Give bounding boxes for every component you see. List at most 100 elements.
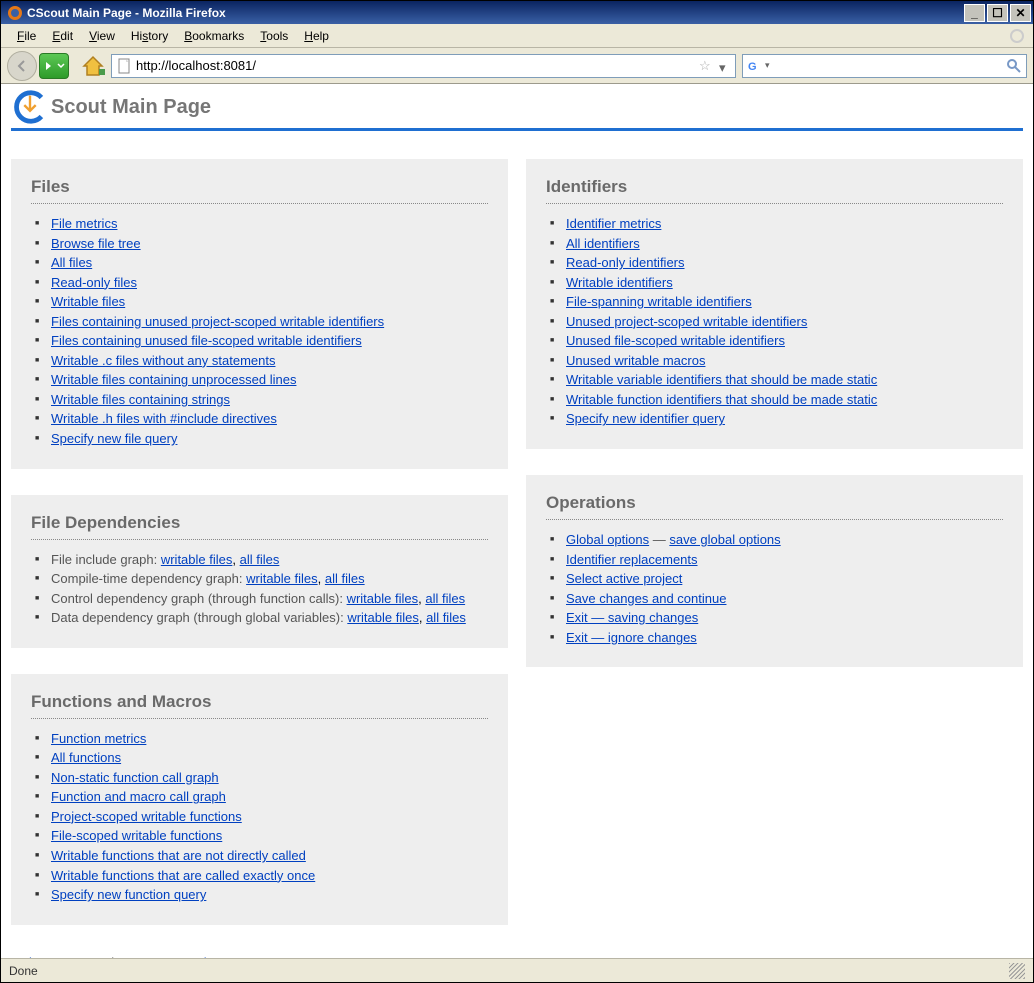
- menu-tools[interactable]: Tools: [252, 27, 296, 45]
- ops-link[interactable]: Exit — ignore changes: [566, 630, 697, 645]
- files-link[interactable]: Files containing unused file-scoped writ…: [51, 333, 362, 348]
- idents-link[interactable]: Writable function identifiers that shoul…: [566, 392, 877, 407]
- deps-link[interactable]: all files: [425, 591, 465, 606]
- url-dropdown-icon[interactable]: ▾: [719, 60, 731, 72]
- search-input[interactable]: [774, 58, 1006, 73]
- idents-link[interactable]: Writable identifiers: [566, 275, 673, 290]
- deps-panel: File Dependencies File include graph: wr…: [11, 495, 508, 648]
- funcs-link[interactable]: Writable functions that are not directly…: [51, 848, 306, 863]
- deps-link[interactable]: writable files: [161, 552, 233, 567]
- url-bar[interactable]: ☆ ▾: [111, 54, 736, 78]
- idents-link[interactable]: Identifier metrics: [566, 216, 661, 231]
- ops-link[interactable]: Select active project: [566, 571, 682, 586]
- menu-view[interactable]: View: [81, 27, 123, 45]
- menu-bookmarks[interactable]: Bookmarks: [176, 27, 252, 45]
- list-item: Project-scoped writable functions: [51, 807, 488, 827]
- url-input[interactable]: [136, 58, 699, 73]
- files-link[interactable]: File metrics: [51, 216, 117, 231]
- search-go-icon[interactable]: [1006, 58, 1022, 74]
- list-item: Writable files: [51, 292, 488, 312]
- list-item: Specify new file query: [51, 429, 488, 449]
- funcs-link[interactable]: Project-scoped writable functions: [51, 809, 242, 824]
- idents-link[interactable]: Unused project-scoped writable identifie…: [566, 314, 807, 329]
- idents-link[interactable]: File-spanning writable identifiers: [566, 294, 752, 309]
- list-item: File-spanning writable identifiers: [566, 292, 1003, 312]
- resize-grip-icon[interactable]: [1009, 963, 1025, 979]
- list-item: Files containing unused project-scoped w…: [51, 312, 488, 332]
- funcs-link[interactable]: Writable functions that are called exact…: [51, 868, 315, 883]
- list-item: All files: [51, 253, 488, 273]
- funcs-link[interactable]: All functions: [51, 750, 121, 765]
- list-item: File include graph: writable files, all …: [51, 550, 488, 570]
- idents-link[interactable]: Unused writable macros: [566, 353, 705, 368]
- deps-link[interactable]: writable files: [347, 591, 419, 606]
- list-item: Read-only files: [51, 273, 488, 293]
- list-item: Exit — saving changes: [566, 608, 1003, 628]
- files-heading: Files: [31, 177, 488, 204]
- deps-link[interactable]: all files: [426, 610, 466, 625]
- bookmark-star-icon[interactable]: ☆: [699, 58, 715, 74]
- files-link[interactable]: Files containing unused project-scoped w…: [51, 314, 384, 329]
- idents-link[interactable]: All identifiers: [566, 236, 640, 251]
- idents-panel: Identifiers Identifier metricsAll identi…: [526, 159, 1023, 449]
- list-item: Writable .c files without any statements: [51, 351, 488, 371]
- close-button[interactable]: ✕: [1010, 4, 1031, 22]
- funcs-link[interactable]: File-scoped writable functions: [51, 828, 222, 843]
- back-button[interactable]: [7, 51, 37, 81]
- funcs-link[interactable]: Function metrics: [51, 731, 146, 746]
- list-item: Files containing unused file-scoped writ…: [51, 331, 488, 351]
- list-item: Save changes and continue: [566, 589, 1003, 609]
- list-item: Exit — ignore changes: [566, 628, 1003, 648]
- files-link[interactable]: Browse file tree: [51, 236, 141, 251]
- ops-link[interactable]: Identifier replacements: [566, 552, 698, 567]
- ops-global-link[interactable]: Global options: [566, 532, 649, 547]
- files-link[interactable]: Writable files containing strings: [51, 392, 230, 407]
- statusbar: Done: [1, 958, 1033, 982]
- menu-help[interactable]: Help: [296, 27, 337, 45]
- files-link[interactable]: Writable files containing unprocessed li…: [51, 372, 296, 387]
- deps-link[interactable]: all files: [240, 552, 280, 567]
- list-item: Control dependency graph (through functi…: [51, 589, 488, 609]
- idents-link[interactable]: Specify new identifier query: [566, 411, 725, 426]
- funcs-link[interactable]: Non-static function call graph: [51, 770, 219, 785]
- search-dropdown-icon[interactable]: ▾: [765, 60, 770, 71]
- files-link[interactable]: Writable files: [51, 294, 125, 309]
- list-item: Identifier replacements: [566, 550, 1003, 570]
- status-text: Done: [9, 964, 38, 978]
- menu-file[interactable]: File: [9, 27, 44, 45]
- search-bar[interactable]: G ▾: [742, 54, 1027, 78]
- deps-link[interactable]: all files: [325, 571, 365, 586]
- search-engine-icon[interactable]: G: [747, 58, 763, 74]
- list-item: Read-only identifiers: [566, 253, 1003, 273]
- deps-link[interactable]: writable files: [347, 610, 419, 625]
- list-item: Writable variable identifiers that shoul…: [566, 370, 1003, 390]
- funcs-link[interactable]: Function and macro call graph: [51, 789, 226, 804]
- files-link[interactable]: Writable .h files with #include directiv…: [51, 411, 277, 426]
- menu-history[interactable]: History: [123, 27, 176, 45]
- files-panel: Files File metrics Browse file tree All fi…: [11, 159, 508, 469]
- maximize-button[interactable]: ☐: [987, 4, 1008, 22]
- ops-link[interactable]: Exit — saving changes: [566, 610, 698, 625]
- list-item: Function and macro call graph: [51, 787, 488, 807]
- list-item: Global options — save global options: [566, 530, 1003, 550]
- list-item: Writable functions that are not directly…: [51, 846, 488, 866]
- idents-link[interactable]: Read-only identifiers: [566, 255, 685, 270]
- ops-link[interactable]: Save changes and continue: [566, 591, 726, 606]
- minimize-button[interactable]: _: [964, 4, 985, 22]
- funcs-link[interactable]: Specify new function query: [51, 887, 206, 902]
- list-item: Writable identifiers: [566, 273, 1003, 293]
- page-icon: [116, 58, 132, 74]
- files-link[interactable]: Specify new file query: [51, 431, 177, 446]
- files-link[interactable]: All files: [51, 255, 92, 270]
- idents-link[interactable]: Writable variable identifiers that shoul…: [566, 372, 877, 387]
- menu-edit[interactable]: Edit: [44, 27, 81, 45]
- files-link[interactable]: Read-only files: [51, 275, 137, 290]
- list-item: Writable files containing strings: [51, 390, 488, 410]
- home-button[interactable]: [81, 54, 105, 78]
- idents-link[interactable]: Unused file-scoped writable identifiers: [566, 333, 785, 348]
- deps-link[interactable]: writable files: [246, 571, 318, 586]
- page-header: Scout Main Page: [11, 88, 1023, 131]
- files-link[interactable]: Writable .c files without any statements: [51, 353, 275, 368]
- forward-button[interactable]: [39, 53, 69, 79]
- ops-save-global-link[interactable]: save global options: [669, 532, 780, 547]
